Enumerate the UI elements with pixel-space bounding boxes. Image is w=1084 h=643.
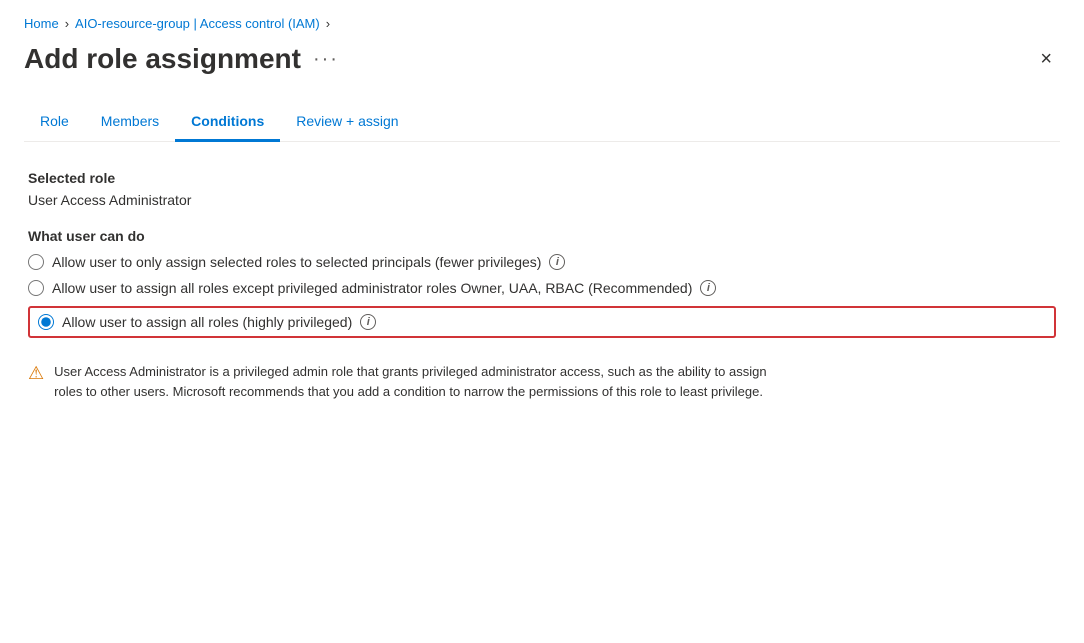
- breadcrumb-home[interactable]: Home: [24, 16, 59, 31]
- radio-label-3[interactable]: Allow user to assign all roles (highly p…: [62, 314, 352, 330]
- selected-role-label: Selected role: [28, 170, 1056, 186]
- close-button[interactable]: ×: [1032, 45, 1060, 73]
- warning-box: ⚠ User Access Administrator is a privile…: [28, 358, 778, 405]
- warning-icon: ⚠: [28, 363, 44, 401]
- breadcrumb-separator-2: ›: [326, 16, 330, 31]
- radio-input-1[interactable]: [28, 254, 44, 270]
- radio-option-1: Allow user to only assign selected roles…: [28, 254, 1056, 270]
- radio-group: Allow user to only assign selected roles…: [28, 254, 1056, 338]
- radio-label-1[interactable]: Allow user to only assign selected roles…: [52, 254, 541, 270]
- warning-text: User Access Administrator is a privilege…: [54, 362, 778, 401]
- breadcrumb: Home › AIO-resource-group | Access contr…: [24, 16, 1060, 31]
- tab-members[interactable]: Members: [85, 103, 175, 142]
- page-header: Add role assignment ··· ×: [24, 43, 1060, 75]
- selected-role-value: User Access Administrator: [28, 192, 1056, 208]
- what-user-can-do-label: What user can do: [28, 228, 1056, 244]
- breadcrumb-separator-1: ›: [65, 16, 69, 31]
- info-icon-2[interactable]: i: [700, 280, 716, 296]
- add-role-assignment-panel: Home › AIO-resource-group | Access contr…: [0, 0, 1084, 643]
- page-title: Add role assignment: [24, 43, 301, 75]
- tab-review[interactable]: Review + assign: [280, 103, 414, 142]
- radio-option-3: Allow user to assign all roles (highly p…: [28, 306, 1056, 338]
- page-title-area: Add role assignment ···: [24, 43, 339, 75]
- tab-conditions[interactable]: Conditions: [175, 103, 280, 142]
- tab-role[interactable]: Role: [24, 103, 85, 142]
- radio-label-2[interactable]: Allow user to assign all roles except pr…: [52, 280, 692, 296]
- info-icon-3[interactable]: i: [360, 314, 376, 330]
- content-area: Selected role User Access Administrator …: [24, 170, 1060, 405]
- breadcrumb-resource-group[interactable]: AIO-resource-group | Access control (IAM…: [75, 16, 320, 31]
- info-icon-1[interactable]: i: [549, 254, 565, 270]
- radio-option-2: Allow user to assign all roles except pr…: [28, 280, 1056, 296]
- tabs-container: Role Members Conditions Review + assign: [24, 103, 1060, 142]
- more-options-button[interactable]: ···: [313, 48, 339, 71]
- radio-input-2[interactable]: [28, 280, 44, 296]
- radio-input-3[interactable]: [38, 314, 54, 330]
